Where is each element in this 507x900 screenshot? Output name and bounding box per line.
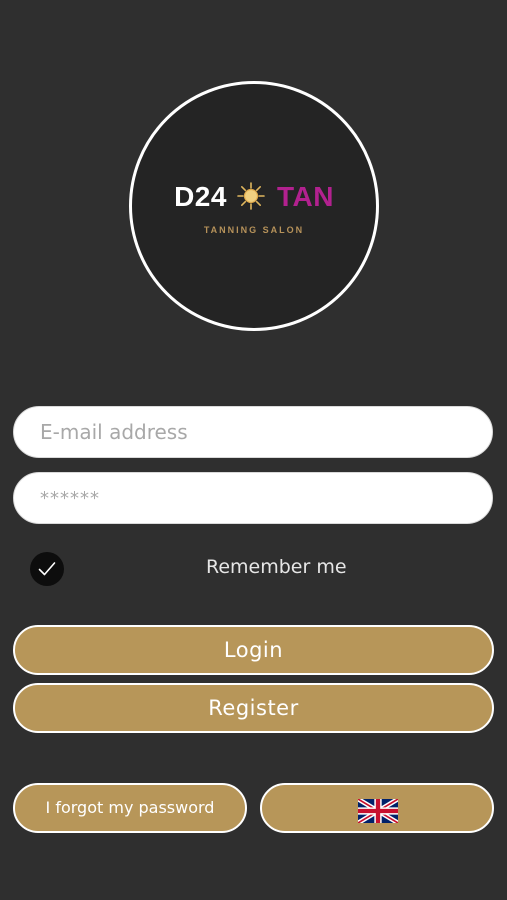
checkmark-icon	[38, 562, 56, 576]
register-button[interactable]: Register	[13, 683, 494, 733]
logo-text-tan: TAN	[276, 181, 334, 212]
login-screen: D24 TAN TANNING SALON Remember me	[0, 0, 507, 900]
brand-logo: D24 TAN TANNING SALON	[129, 81, 379, 331]
forgot-password-button[interactable]: I forgot my password	[13, 783, 247, 833]
login-button[interactable]: Login	[13, 625, 494, 675]
uk-flag-icon	[358, 799, 398, 823]
email-field[interactable]	[13, 406, 493, 458]
logo-title: D24 TAN	[132, 180, 376, 214]
logo-text-d24: D24	[174, 181, 227, 212]
sun-icon	[237, 182, 265, 210]
language-button[interactable]	[260, 783, 494, 833]
remember-me-label: Remember me	[206, 556, 347, 578]
logo-tagline: TANNING SALON	[203, 225, 305, 235]
password-field[interactable]	[13, 472, 493, 524]
remember-me-checkbox[interactable]	[30, 552, 64, 586]
